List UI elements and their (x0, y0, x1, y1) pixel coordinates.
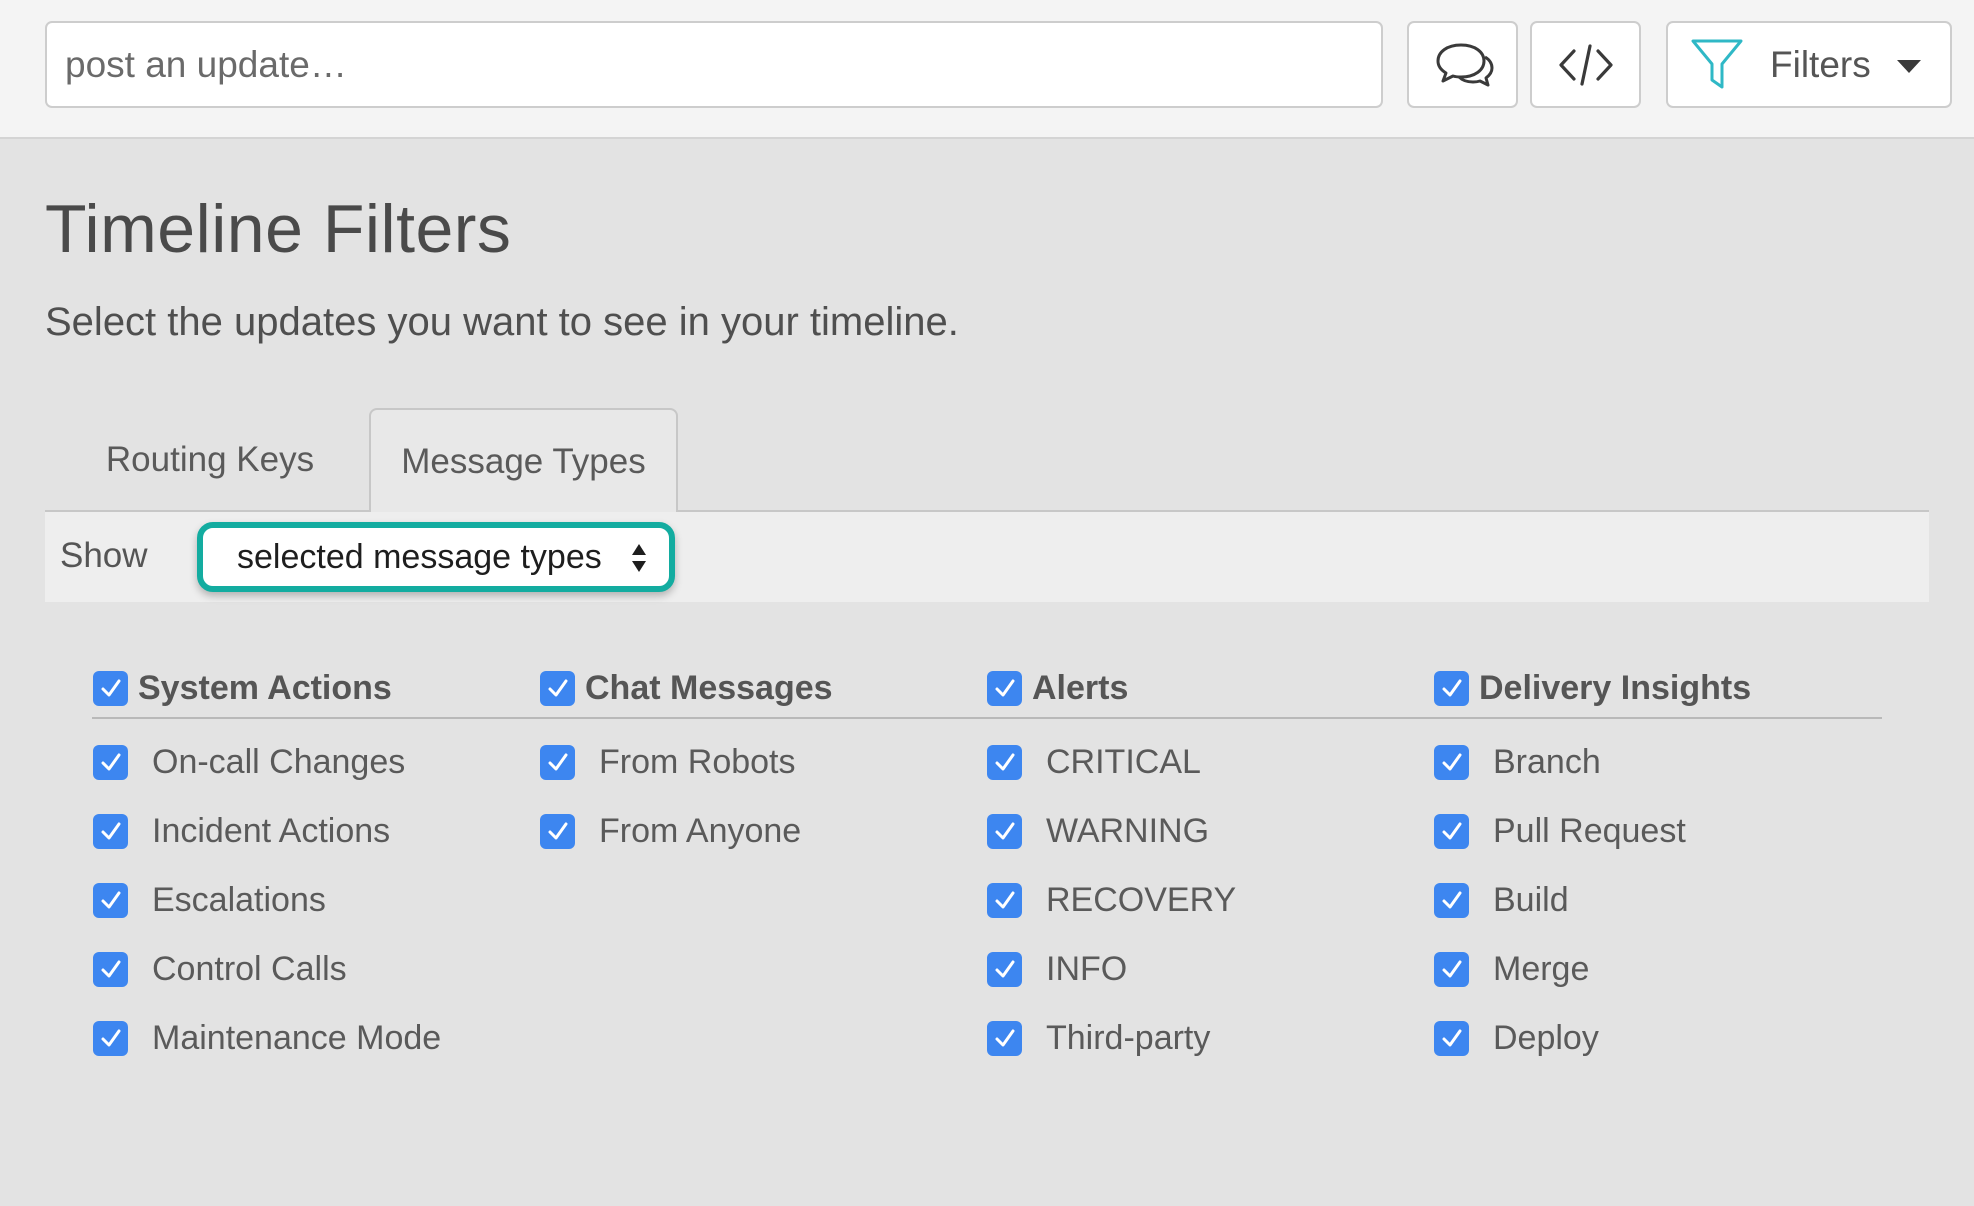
post-update-input[interactable] (45, 21, 1383, 108)
checkbox-checked-icon[interactable] (93, 744, 128, 780)
checkbox-checked-icon[interactable] (987, 882, 1022, 918)
checkbox-checked-icon[interactable] (93, 951, 128, 987)
tab-message-types[interactable]: Message Types (369, 408, 678, 514)
list-item[interactable]: Build (1434, 878, 1751, 922)
checkbox-checked-icon[interactable] (1434, 670, 1469, 706)
group-header[interactable]: Chat Messages (540, 666, 833, 710)
page-subtitle: Select the updates you want to see in yo… (45, 300, 959, 344)
item-label: INFO (1046, 949, 1128, 988)
list-item[interactable]: Control Calls (93, 947, 441, 991)
checkbox-checked-icon[interactable] (540, 813, 575, 849)
group-header[interactable]: System Actions (93, 666, 441, 710)
filters-dropdown-button[interactable]: Filters (1666, 21, 1952, 108)
group-delivery-insights: Delivery Insights Branch Pull Request Bu… (1434, 666, 1751, 1085)
checkbox-checked-icon[interactable] (987, 951, 1022, 987)
checkbox-checked-icon[interactable] (1434, 744, 1469, 780)
chat-bubbles-icon (1436, 43, 1493, 86)
select-arrows-icon (632, 544, 646, 572)
filters-label: Filters (1770, 43, 1871, 85)
group-alerts: Alerts CRITICAL WARNING RECOVERY INFO Th… (987, 666, 1236, 1085)
code-button[interactable] (1530, 21, 1641, 108)
checkbox-checked-icon[interactable] (1434, 813, 1469, 849)
checkbox-checked-icon[interactable] (1434, 1020, 1469, 1056)
group-label: Alerts (1032, 668, 1129, 707)
item-label: From Anyone (599, 811, 802, 850)
checkbox-checked-icon[interactable] (1434, 951, 1469, 987)
chat-button[interactable] (1407, 21, 1518, 108)
list-item[interactable]: CRITICAL (987, 740, 1236, 784)
show-bar: Show selected message types (45, 512, 1929, 602)
item-label: From Robots (599, 742, 796, 781)
item-label: CRITICAL (1046, 742, 1201, 781)
item-label: RECOVERY (1046, 880, 1237, 919)
group-label: Chat Messages (585, 668, 833, 707)
group-header[interactable]: Delivery Insights (1434, 666, 1751, 710)
list-item[interactable]: Escalations (93, 878, 441, 922)
group-chat-messages: Chat Messages From Robots From Anyone (540, 666, 833, 878)
group-label: Delivery Insights (1479, 668, 1752, 707)
item-label: WARNING (1046, 811, 1210, 850)
show-label: Show (60, 536, 148, 575)
checkbox-checked-icon[interactable] (540, 744, 575, 780)
item-label: Escalations (152, 880, 326, 919)
item-label: Merge (1493, 949, 1590, 988)
list-item[interactable]: Deploy (1434, 1016, 1751, 1060)
item-label: Branch (1493, 742, 1601, 781)
item-label: Deploy (1493, 1018, 1599, 1057)
select-value: selected message types (237, 537, 602, 576)
page-title: Timeline Filters (45, 191, 512, 267)
checkbox-checked-icon[interactable] (987, 813, 1022, 849)
item-label: On-call Changes (152, 742, 406, 781)
list-item[interactable]: INFO (987, 947, 1236, 991)
item-label: Control Calls (152, 949, 347, 988)
top-bar: Filters (0, 0, 1974, 139)
message-types-select[interactable]: selected message types (197, 522, 675, 592)
item-label: Third-party (1046, 1018, 1211, 1057)
checkbox-checked-icon[interactable] (540, 670, 575, 706)
checkbox-checked-icon[interactable] (987, 744, 1022, 780)
checkbox-checked-icon[interactable] (987, 670, 1022, 706)
list-item[interactable]: Maintenance Mode (93, 1016, 441, 1060)
checkbox-checked-icon[interactable] (987, 1020, 1022, 1056)
funnel-icon (1691, 39, 1743, 88)
item-label: Maintenance Mode (152, 1018, 442, 1057)
list-item[interactable]: Merge (1434, 947, 1751, 991)
code-icon (1558, 43, 1613, 86)
list-item[interactable]: Incident Actions (93, 809, 441, 853)
list-item[interactable]: Third-party (987, 1016, 1236, 1060)
list-item[interactable]: Pull Request (1434, 809, 1751, 853)
checkbox-checked-icon[interactable] (93, 882, 128, 918)
group-system-actions: System Actions On-call Changes Incident … (93, 666, 441, 1085)
checkbox-checked-icon[interactable] (93, 670, 128, 706)
checkbox-checked-icon[interactable] (93, 813, 128, 849)
list-item[interactable]: On-call Changes (93, 740, 441, 784)
checkbox-checked-icon[interactable] (93, 1020, 128, 1056)
list-item[interactable]: From Anyone (540, 809, 833, 853)
item-label: Incident Actions (152, 811, 391, 850)
checkbox-checked-icon[interactable] (1434, 882, 1469, 918)
group-header[interactable]: Alerts (987, 666, 1236, 710)
list-item[interactable]: Branch (1434, 740, 1751, 784)
item-label: Pull Request (1493, 811, 1686, 850)
tab-routing-keys[interactable]: Routing Keys (80, 408, 340, 512)
list-item[interactable]: From Robots (540, 740, 833, 784)
item-label: Build (1493, 880, 1569, 919)
list-item[interactable]: WARNING (987, 809, 1236, 853)
caret-down-icon (1896, 60, 1921, 73)
group-label: System Actions (138, 668, 392, 707)
list-item[interactable]: RECOVERY (987, 878, 1236, 922)
